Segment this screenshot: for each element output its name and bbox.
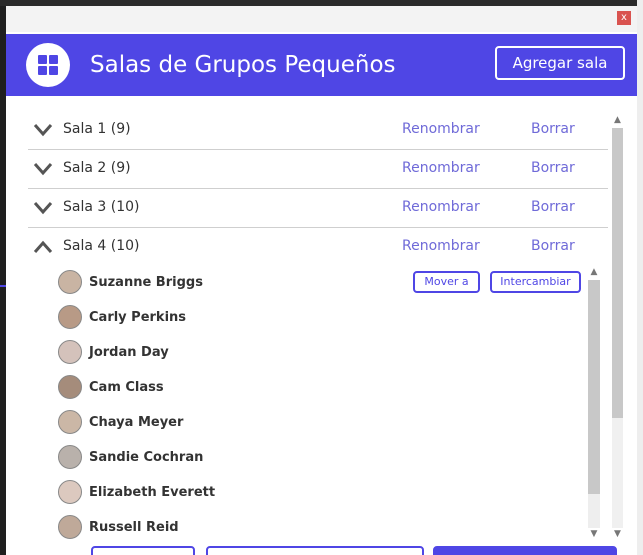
- participant-row: Cam Class: [58, 370, 588, 405]
- add-room-button[interactable]: Agregar sala: [495, 46, 625, 80]
- room-name: Sala 1 (9): [63, 121, 131, 137]
- delete-room-link[interactable]: Borrar: [531, 199, 575, 215]
- avatar: [58, 375, 82, 399]
- participant-name: Cam Class: [89, 380, 164, 395]
- participant-row: Sandie Cochran: [58, 440, 588, 475]
- participant-name: Jordan Day: [89, 345, 169, 360]
- room-row-1: Sala 1 (9) Renombrar Borrar: [28, 112, 608, 150]
- participant-list-scrollbar[interactable]: ▲ ▼: [586, 266, 602, 542]
- footer-button-1[interactable]: [91, 546, 195, 555]
- scroll-down-icon[interactable]: ▼: [588, 528, 600, 540]
- avatar: [58, 270, 82, 294]
- grid-icon: [26, 43, 70, 87]
- chevron-down-icon[interactable]: [33, 123, 53, 137]
- scrollbar-thumb[interactable]: [588, 280, 600, 494]
- delete-room-link[interactable]: Borrar: [531, 121, 575, 137]
- room-name: Sala 3 (10): [63, 199, 140, 215]
- delete-room-link[interactable]: Borrar: [531, 160, 575, 176]
- swap-button[interactable]: Intercambiar: [490, 271, 581, 293]
- rename-room-link[interactable]: Renombrar: [402, 160, 480, 176]
- avatar: [58, 340, 82, 364]
- participant-name: Russell Reid: [89, 520, 179, 535]
- title-bar: x: [6, 6, 637, 32]
- scroll-up-icon[interactable]: ▲: [588, 266, 600, 278]
- participant-name: Elizabeth Everett: [89, 485, 216, 500]
- participant-name: Sandie Cochran: [89, 450, 204, 465]
- participant-row: Russell Reid: [58, 510, 588, 545]
- room-row-4: Sala 4 (10) Renombrar Borrar: [28, 229, 608, 267]
- background-strip: [637, 0, 643, 555]
- chevron-down-icon[interactable]: [33, 162, 53, 176]
- participant-name: Suzanne Briggs: [89, 275, 203, 290]
- avatar: [58, 515, 82, 539]
- avatar: [58, 305, 82, 329]
- avatar: [58, 410, 82, 434]
- participant-name: Chaya Meyer: [89, 415, 184, 430]
- participant-row: Chaya Meyer: [58, 405, 588, 440]
- dialog-header: Salas de Grupos Pequeños Agregar sala: [6, 34, 637, 96]
- room-row-3: Sala 3 (10) Renombrar Borrar: [28, 190, 608, 228]
- participant-row: Suzanne Briggs Mover a Intercambiar: [58, 265, 588, 300]
- room-row-2: Sala 2 (9) Renombrar Borrar: [28, 151, 608, 189]
- footer-primary-button[interactable]: [433, 546, 617, 555]
- room-name: Sala 4 (10): [63, 238, 140, 254]
- avatar: [58, 480, 82, 504]
- chevron-up-icon[interactable]: [33, 240, 53, 254]
- participant-name: Carly Perkins: [89, 310, 187, 325]
- delete-room-link[interactable]: Borrar: [531, 238, 575, 254]
- footer-button-2[interactable]: [206, 546, 424, 555]
- participant-row: Elizabeth Everett: [58, 475, 588, 510]
- room-list-scrollbar[interactable]: ▲ ▼: [610, 114, 625, 544]
- room-name: Sala 2 (9): [63, 160, 131, 176]
- rename-room-link[interactable]: Renombrar: [402, 199, 480, 215]
- rename-room-link[interactable]: Renombrar: [402, 121, 480, 137]
- participant-row: Jordan Day: [58, 335, 588, 370]
- close-button[interactable]: x: [617, 11, 631, 25]
- scroll-down-icon[interactable]: ▼: [612, 528, 623, 540]
- scrollbar-thumb[interactable]: [612, 128, 623, 418]
- breakout-rooms-dialog: x Salas de Grupos Pequeños Agregar sala …: [6, 6, 637, 555]
- avatar: [58, 445, 82, 469]
- participant-row: Carly Perkins: [58, 300, 588, 335]
- page-title: Salas de Grupos Pequeños: [90, 52, 396, 78]
- move-to-button[interactable]: Mover a: [413, 271, 480, 293]
- rename-room-link[interactable]: Renombrar: [402, 238, 480, 254]
- chevron-down-icon[interactable]: [33, 201, 53, 215]
- scroll-up-icon[interactable]: ▲: [612, 114, 623, 126]
